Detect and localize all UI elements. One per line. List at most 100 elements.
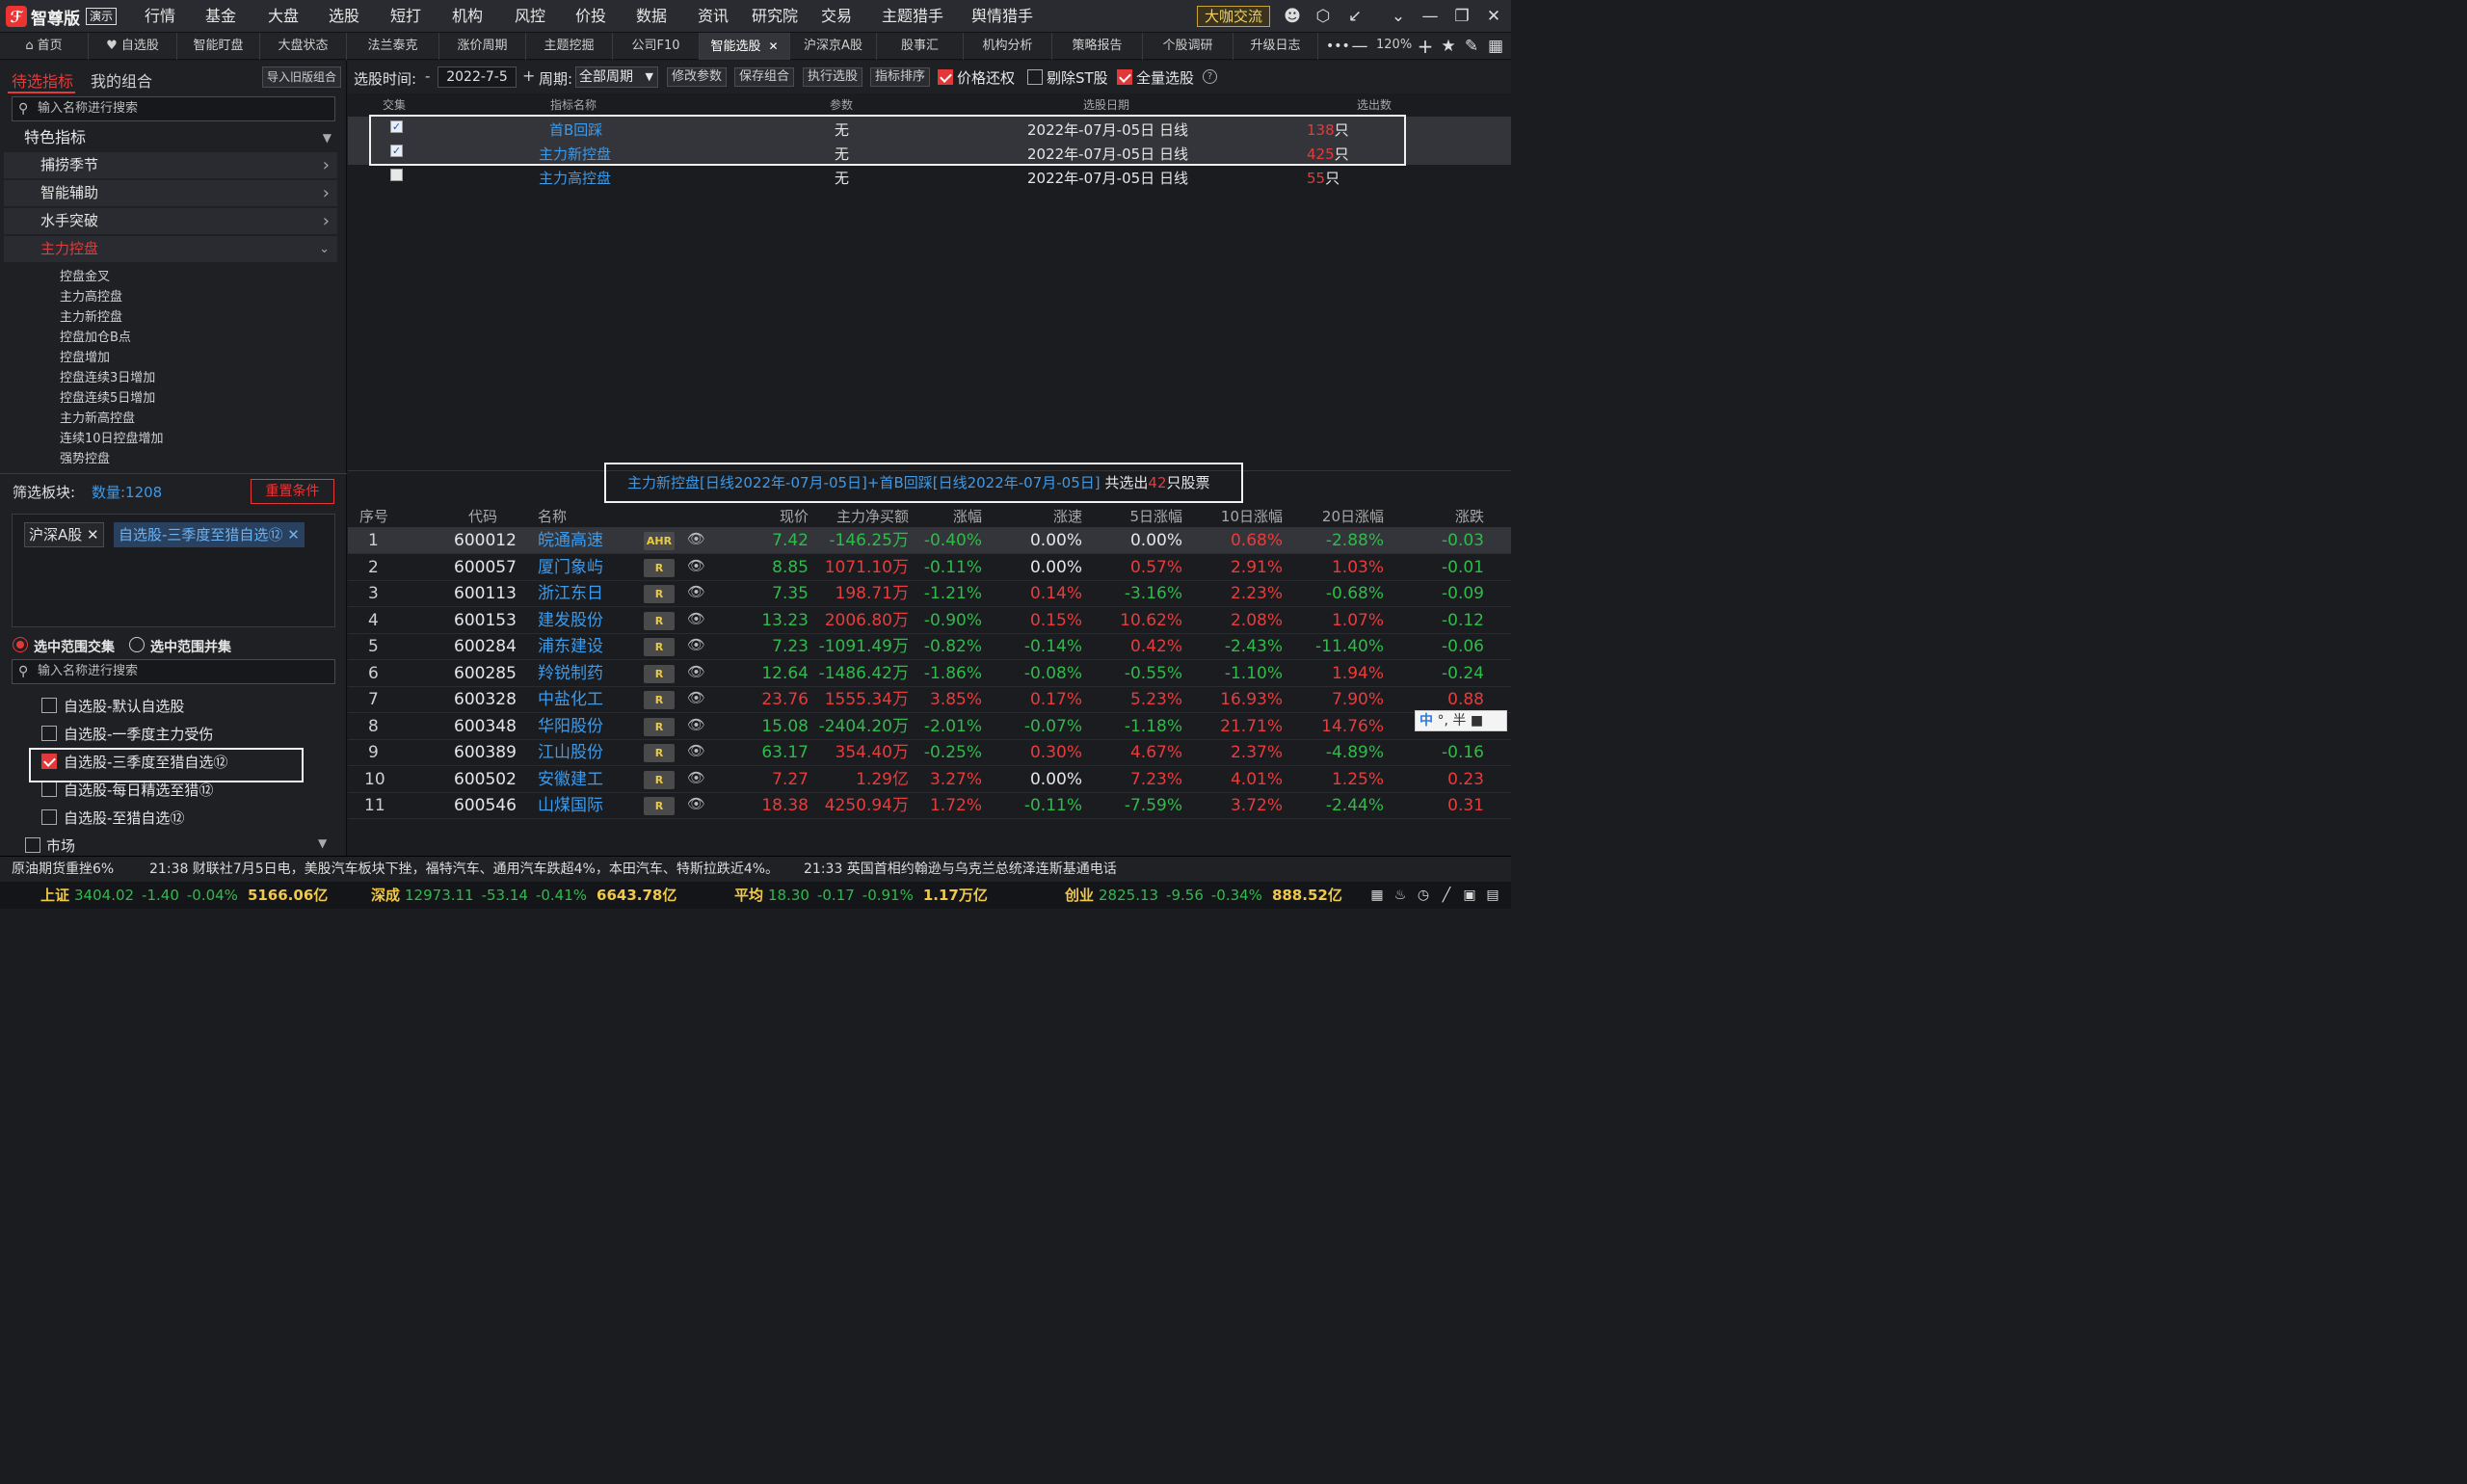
col-header-7[interactable]: 5日涨幅 bbox=[1129, 506, 1182, 526]
save-combo-button[interactable]: 保存组合 bbox=[734, 67, 794, 87]
tab-13[interactable]: 个股调研 bbox=[1143, 33, 1234, 60]
stock-name[interactable]: 浙江东日 bbox=[538, 583, 603, 605]
menu-item[interactable]: 短打 bbox=[390, 0, 421, 33]
clock-icon[interactable]: ◷ bbox=[1413, 885, 1434, 906]
indicator-name[interactable]: 主力高控盘 bbox=[539, 168, 611, 188]
zoom-in-icon[interactable]: + bbox=[1415, 36, 1436, 57]
indicator-group[interactable]: 智能辅助 › bbox=[4, 180, 337, 206]
stock-name[interactable]: 江山股份 bbox=[538, 742, 603, 764]
indicator-group[interactable]: 捕捞季节 › bbox=[4, 152, 337, 178]
chevron-down-icon[interactable]: ⌄ bbox=[1388, 6, 1409, 27]
import-old-combo-button[interactable]: 导入旧版组合 bbox=[262, 66, 341, 88]
watchlist-checkbox[interactable] bbox=[41, 698, 57, 713]
scroll-down-icon[interactable]: ▼ bbox=[318, 836, 327, 850]
tab-4[interactable]: 法兰泰克 bbox=[347, 33, 439, 60]
stock-name[interactable]: 厦门象屿 bbox=[538, 557, 603, 579]
calendar-icon[interactable]: ▦ bbox=[1366, 885, 1388, 906]
stock-tag-badge[interactable]: R bbox=[644, 664, 675, 683]
stock-name[interactable]: 中盐化工 bbox=[538, 689, 603, 711]
user-icon[interactable]: ☻ bbox=[1282, 6, 1303, 27]
stock-code[interactable]: 600348 bbox=[454, 716, 517, 738]
eye-icon[interactable]: 👁 bbox=[687, 530, 705, 547]
table-row[interactable]: 5 600284 浦东建设 R 👁 7.23 -1091.49万 -0.82% -0.14% 0.… bbox=[348, 634, 1511, 660]
stock-code[interactable]: 600502 bbox=[454, 769, 517, 791]
stock-name[interactable]: 安徽建工 bbox=[538, 769, 603, 791]
tab-10[interactable]: 股事汇 bbox=[877, 33, 964, 60]
restore-icon[interactable]: ❐ bbox=[1451, 6, 1472, 27]
full-selection-checkbox[interactable] bbox=[1117, 69, 1132, 85]
stock-tag-badge[interactable]: R bbox=[644, 717, 675, 736]
settings-icon[interactable]: ⬡ bbox=[1313, 6, 1334, 27]
col-header-10[interactable]: 涨跌 bbox=[1455, 506, 1484, 526]
date-plus-button[interactable]: + bbox=[522, 66, 535, 85]
table-row[interactable]: 7 600328 中盐化工 R 👁 23.76 1555.34万 3.85% 0.17% 5.23… bbox=[348, 687, 1511, 713]
tab-0[interactable]: ⌂ 首页 bbox=[0, 33, 89, 60]
layout-icon[interactable]: ▤ bbox=[1482, 885, 1503, 906]
radio-union[interactable] bbox=[129, 637, 145, 652]
run-selection-button[interactable]: 执行选股 bbox=[803, 67, 862, 87]
market-checkbox[interactable] bbox=[25, 837, 40, 853]
star-icon[interactable]: ★ bbox=[1438, 36, 1459, 57]
indicator-intersect-checkbox[interactable] bbox=[390, 169, 403, 181]
menu-item[interactable]: 行情 bbox=[145, 0, 175, 33]
help-icon[interactable]: ? bbox=[1203, 69, 1217, 84]
tab-1[interactable]: ♥ 自选股 bbox=[89, 33, 177, 60]
tab-6[interactable]: 主题挖掘 bbox=[526, 33, 613, 60]
stock-name[interactable]: 华阳股份 bbox=[538, 716, 603, 738]
col-header-6[interactable]: 涨速 bbox=[1053, 506, 1082, 526]
more-icon[interactable]: ••• bbox=[1326, 36, 1350, 57]
menu-item[interactable]: 机构 bbox=[452, 0, 483, 33]
index-item[interactable]: 平均 18.30 -0.17 -0.91% 1.17万亿 bbox=[734, 882, 988, 909]
news-item[interactable]: 原油期货重挫6% bbox=[12, 857, 114, 883]
menu-item[interactable]: 选股 bbox=[329, 0, 359, 33]
col-header-5[interactable]: 涨幅 bbox=[953, 506, 982, 526]
menu-item[interactable]: 数据 bbox=[636, 0, 667, 33]
date-minus-button[interactable]: - bbox=[425, 67, 430, 85]
stock-name[interactable]: 皖通高速 bbox=[538, 530, 603, 552]
watchlist-checkbox[interactable] bbox=[41, 809, 57, 825]
indicator-sub-item[interactable]: 主力高控盘 bbox=[60, 286, 122, 305]
indicator-sub-item[interactable]: 控盘连续3日增加 bbox=[60, 367, 155, 385]
stock-code[interactable]: 600546 bbox=[454, 795, 517, 817]
tab-5[interactable]: 涨价周期 bbox=[439, 33, 526, 60]
watchlist-checkbox[interactable] bbox=[41, 726, 57, 741]
news-item[interactable]: 21:38 财联社7月5日电，美股汽车板块下挫，福特汽车、通用汽车跌超4%，本田… bbox=[149, 857, 779, 883]
col-header-4[interactable]: 主力净买额 bbox=[836, 506, 909, 526]
indicator-sub-item[interactable]: 连续10日控盘增加 bbox=[60, 428, 164, 446]
stock-tag-badge[interactable]: R bbox=[644, 611, 675, 630]
menu-item[interactable]: 大盘 bbox=[268, 0, 299, 33]
indicator-search-input[interactable]: ⚲ 输入名称进行搜索 bbox=[12, 96, 335, 121]
table-row[interactable]: 6 600285 羚锐制药 R 👁 12.64 -1486.42万 -1.86% -0.08% -… bbox=[348, 661, 1511, 687]
table-row[interactable]: 1 600012 皖通高速 AHR 👁 7.42 -146.25万 -0.40% 0.00% 0.… bbox=[348, 528, 1511, 554]
table-row[interactable]: 8 600348 华阳股份 R 👁 15.08 -2404.20万 -2.01% -0.07% -… bbox=[348, 714, 1511, 740]
eye-icon[interactable]: 👁 bbox=[687, 610, 705, 627]
news-item[interactable]: 21:33 英国首相约翰逊与乌克兰总统泽连斯基通电话 bbox=[804, 857, 1117, 883]
stock-name[interactable]: 山煤国际 bbox=[538, 795, 603, 817]
news-ticker[interactable]: 原油期货重挫6% 21:38 财联社7月5日电，美股汽车板块下挫，福特汽车、通用… bbox=[0, 856, 1511, 882]
menu-item[interactable]: 资讯 bbox=[698, 0, 729, 33]
table-row[interactable]: 11 600546 山煤国际 R 👁 18.38 4250.94万 1.72% -0.11% -7… bbox=[348, 793, 1511, 819]
stock-name[interactable]: 建发股份 bbox=[538, 610, 603, 632]
table-row[interactable]: 2 600057 厦门象屿 R 👁 8.85 1071.10万 -0.11% 0.00% 0.57… bbox=[348, 555, 1511, 581]
index-item[interactable]: 创业 2825.13 -9.56 -0.34% 888.52亿 bbox=[1065, 882, 1342, 909]
menu-item[interactable]: 风控 bbox=[515, 0, 545, 33]
col-header-0[interactable]: 序号 bbox=[359, 506, 388, 526]
stock-tag-badge[interactable]: AHR bbox=[644, 532, 675, 550]
indicator-sub-item[interactable]: 控盘加仓B点 bbox=[60, 327, 131, 345]
menu-item[interactable]: 价投 bbox=[575, 0, 606, 33]
stock-code[interactable]: 600389 bbox=[454, 742, 517, 764]
indicator-sub-item[interactable]: 控盘增加 bbox=[60, 347, 110, 365]
eye-icon[interactable]: 👁 bbox=[687, 769, 705, 786]
reset-conditions-button[interactable]: 重置条件 bbox=[251, 479, 334, 504]
eye-icon[interactable]: 👁 bbox=[687, 742, 705, 759]
table-row[interactable]: 3 600113 浙江东日 R 👁 7.35 198.71万 -1.21% 0.14% -3.16… bbox=[348, 581, 1511, 607]
remove-tag-icon[interactable]: ✕ bbox=[87, 526, 99, 543]
indicator-row[interactable]: 主力高控盘 无 2022年-07月-05日 日线 55只 bbox=[348, 165, 1511, 189]
tab-7[interactable]: 公司F10 bbox=[613, 33, 700, 60]
eye-icon[interactable]: 👁 bbox=[687, 689, 705, 706]
indicator-sub-item[interactable]: 控盘金叉 bbox=[60, 266, 110, 284]
eye-icon[interactable]: 👁 bbox=[687, 557, 705, 574]
menu-item[interactable]: 舆情猎手 bbox=[971, 0, 1033, 33]
indicator-sub-item[interactable]: 主力新控盘 bbox=[60, 306, 122, 325]
zoom-out-icon[interactable]: — bbox=[1349, 36, 1370, 57]
